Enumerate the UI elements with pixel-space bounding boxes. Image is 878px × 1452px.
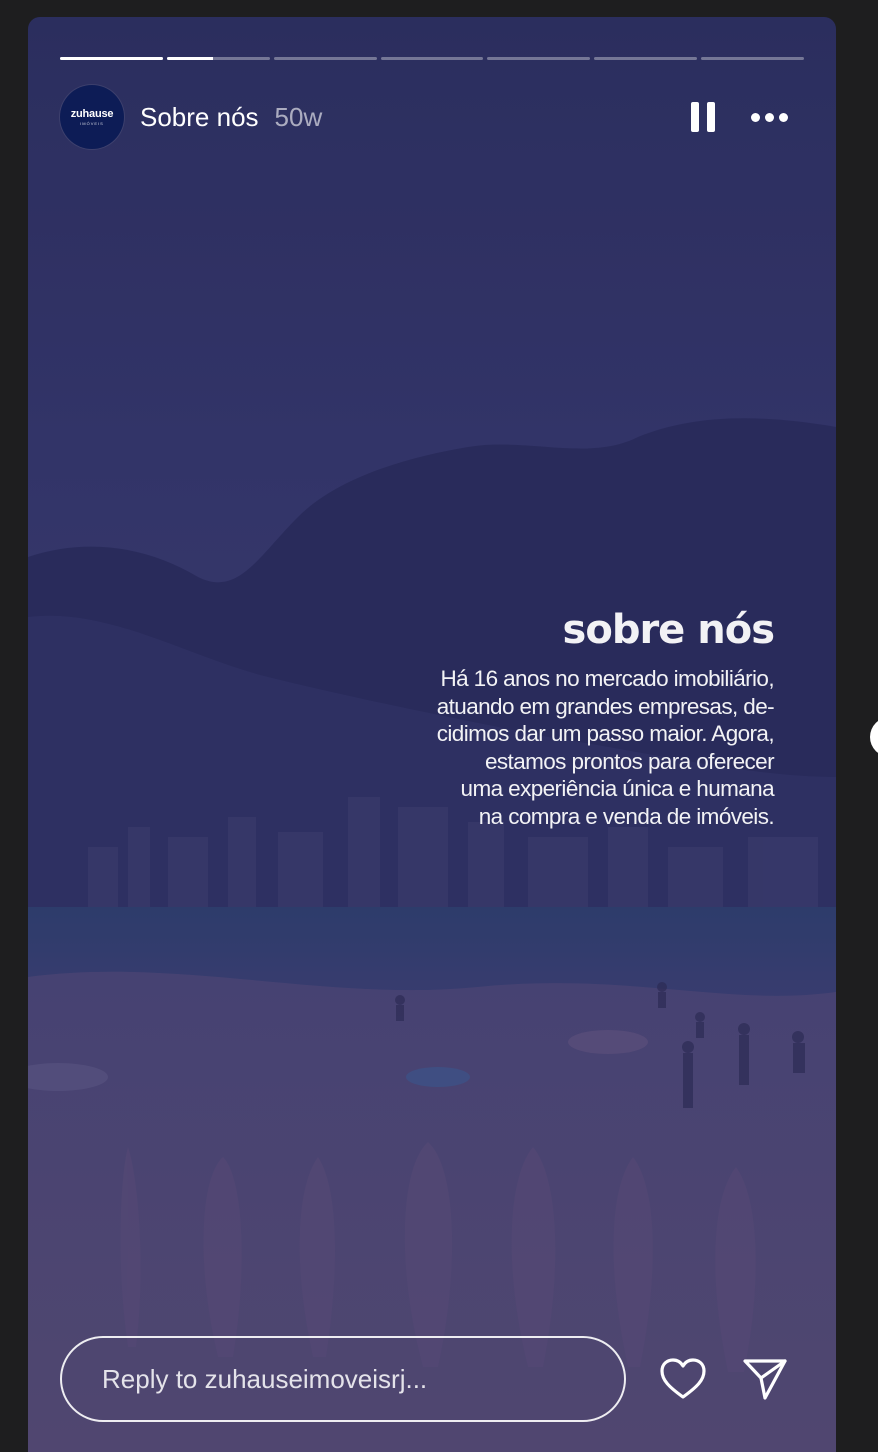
progress-segment bbox=[594, 57, 698, 60]
pause-icon[interactable] bbox=[691, 102, 715, 132]
story-text-line: uma experiência única e humana bbox=[460, 776, 775, 801]
avatar-brand-text: zuhause bbox=[70, 108, 114, 120]
story-timestamp: 50w bbox=[274, 101, 323, 132]
reply-placeholder: Reply to zuhauseimoveisrj... bbox=[102, 1363, 428, 1394]
avatar-sub-text: IMÓVEIS bbox=[80, 121, 104, 126]
story-text-line: na compra e venda de imóveis. bbox=[478, 803, 775, 829]
story-progress-bar bbox=[60, 57, 805, 60]
story-text-line: estamos prontos para oferecer bbox=[484, 748, 775, 774]
progress-segment bbox=[60, 57, 163, 60]
progress-segment bbox=[273, 57, 377, 60]
send-icon-svg bbox=[743, 1359, 787, 1400]
story-text-overlay: sobre nós Há 16 anos no mercado imobiliá… bbox=[354, 607, 775, 830]
send-icon[interactable] bbox=[741, 1356, 789, 1402]
story-text-line: cidimos dar um passo maior. Agora, bbox=[436, 721, 775, 746]
avatar[interactable]: zuhause IMÓVEIS bbox=[60, 85, 124, 149]
progress-segment bbox=[701, 57, 805, 60]
progress-segment bbox=[487, 57, 591, 60]
story-heading: sobre nós bbox=[562, 607, 775, 653]
story-title[interactable]: Sobre nós bbox=[140, 102, 259, 133]
reply-input[interactable]: Reply to zuhauseimoveisrj... bbox=[60, 1336, 626, 1422]
story-header: zuhause IMÓVEIS Sobre nós 50w bbox=[60, 85, 788, 149]
heart-icon-svg bbox=[660, 1358, 706, 1399]
progress-segment bbox=[166, 57, 270, 60]
next-story-button[interactable] bbox=[870, 717, 878, 757]
more-dots-icon[interactable] bbox=[751, 112, 788, 122]
story-text-line: atuando em grandes empresas, de- bbox=[436, 693, 775, 719]
story-viewer[interactable]: zuhause IMÓVEIS Sobre nós 50w sobre nós … bbox=[28, 17, 836, 1452]
progress-fill bbox=[60, 57, 163, 60]
heart-icon[interactable] bbox=[659, 1357, 707, 1401]
story-footer: Reply to zuhauseimoveisrj... bbox=[60, 1335, 804, 1423]
story-text-line: Há 16 anos no mercado imobiliário, bbox=[440, 666, 774, 691]
progress-segment bbox=[380, 57, 484, 60]
progress-fill bbox=[166, 57, 214, 60]
